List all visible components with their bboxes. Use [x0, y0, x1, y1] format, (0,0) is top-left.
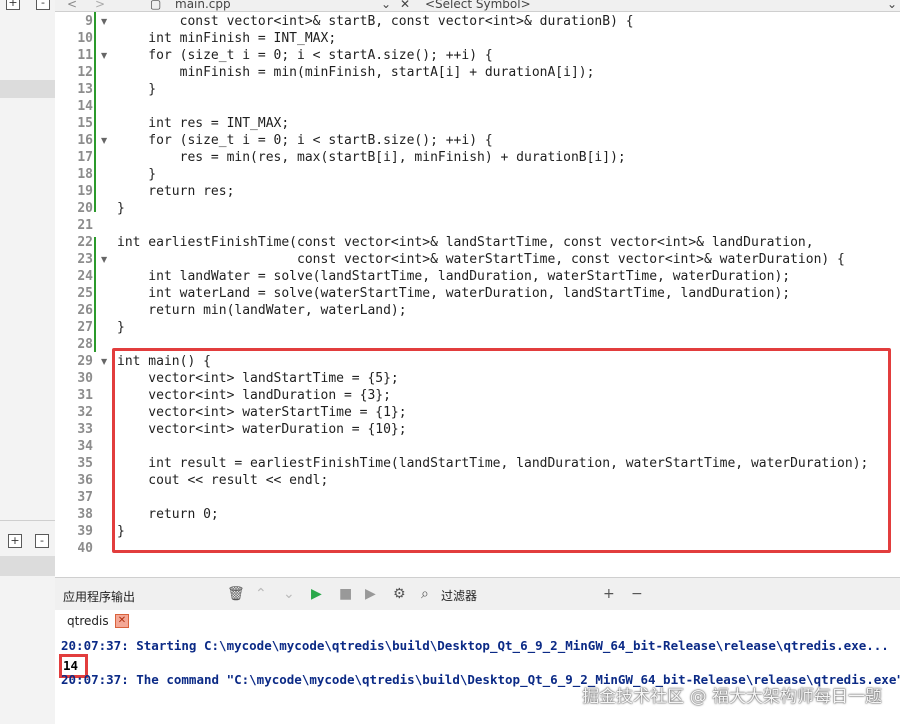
fold-arrow-icon[interactable]: ▼ — [101, 136, 107, 145]
sidebar-selected-item-2[interactable] — [0, 556, 55, 576]
file-selector[interactable]: main.cpp — [175, 0, 231, 11]
gear-icon[interactable]: ⚙ — [393, 586, 406, 602]
application-output[interactable]: 20:07:37: Starting C:\mycode\mycode\qtre… — [55, 634, 900, 724]
code-line: int minFinish = INT_MAX; — [117, 31, 337, 46]
line-number: 9 — [85, 14, 93, 29]
down-arrow-icon[interactable]: ⌄ — [283, 586, 295, 602]
line-number: 27 — [77, 320, 93, 335]
code-line: res = min(res, max(startB[i], minFinish)… — [117, 150, 626, 165]
close-icon[interactable]: ✕ — [115, 614, 129, 628]
debug-run-icon[interactable]: ▶ — [365, 586, 376, 602]
line-number: 19 — [77, 184, 93, 199]
line-number: 12 — [77, 65, 93, 80]
output-pane-header: 应用程序输出 🗑 ⌃ ⌄ ▶ ■ ▶ ⚙ ⌕ 过滤器 + − — [55, 577, 900, 611]
line-number: 29 — [77, 354, 93, 369]
code-line: minFinish = min(minFinish, startA[i] + d… — [117, 65, 595, 80]
code-line: for (size_t i = 0; i < startB.size(); ++… — [117, 133, 493, 148]
dropdown-chevron-icon[interactable]: ⌄ — [381, 0, 391, 11]
line-number: 24 — [77, 269, 93, 284]
run-icon[interactable]: ▶ — [311, 586, 322, 602]
code-line: int landWater = solve(landStartTime, lan… — [117, 269, 791, 284]
line-number: 28 — [77, 337, 93, 352]
fold-arrow-icon[interactable]: ▼ — [101, 17, 107, 26]
line-number: 32 — [77, 405, 93, 420]
line-number: 14 — [77, 99, 93, 114]
output-pane-title: 应用程序输出 — [63, 590, 136, 604]
code-line: int earliestFinishTime(const vector<int>… — [117, 235, 814, 250]
output-tabs: qtredis ✕ — [55, 610, 900, 634]
close-file-icon[interactable]: ✕ — [400, 0, 410, 11]
code-line: return res; — [117, 184, 235, 199]
line-number: 38 — [77, 507, 93, 522]
fold-arrow-icon[interactable]: ▼ — [101, 255, 107, 264]
code-line: return min(landWater, waterLand); — [117, 303, 407, 318]
search-icon[interactable]: ⌕ — [421, 586, 429, 602]
line-number: 22 — [77, 235, 93, 250]
code-line: const vector<int>& startB, const vector<… — [117, 14, 634, 29]
code-line: for (size_t i = 0; i < startA.size(); ++… — [117, 48, 493, 63]
fold-arrow-icon[interactable]: ▼ — [101, 51, 107, 60]
tab-qtredis[interactable]: qtredis — [67, 614, 109, 628]
line-number: 10 — [77, 31, 93, 46]
forward-icon[interactable]: > — [95, 0, 105, 11]
code-line: } — [117, 201, 125, 216]
symbol-chevron-icon[interactable]: ⌄ — [887, 0, 897, 11]
output-line-start: 20:07:37: Starting C:\mycode\mycode\qtre… — [61, 638, 889, 653]
line-number: 31 — [77, 388, 93, 403]
stop-icon[interactable]: ■ — [339, 586, 352, 602]
line-number: 36 — [77, 473, 93, 488]
line-number: 37 — [77, 490, 93, 505]
collapse-icon-2[interactable]: - — [35, 534, 49, 548]
red-highlight-box — [112, 348, 891, 553]
code-line: int waterLand = solve(waterStartTime, wa… — [117, 286, 791, 301]
back-icon[interactable]: < — [67, 0, 77, 11]
line-number: 21 — [77, 218, 93, 233]
zoom-out-icon[interactable]: − — [631, 586, 643, 602]
symbol-selector[interactable]: <Select Symbol> — [425, 0, 531, 11]
line-number: 39 — [77, 524, 93, 539]
watermark: 掘金技术社区 @ 福大大架构师每日一题 — [582, 687, 882, 707]
line-number: 35 — [77, 456, 93, 471]
up-arrow-icon[interactable]: ⌃ — [255, 586, 267, 602]
line-number: 40 — [77, 541, 93, 556]
fold-arrow-icon[interactable]: ▼ — [101, 357, 107, 366]
filter-input[interactable]: 过滤器 — [441, 587, 477, 604]
line-number: 26 — [77, 303, 93, 318]
sidebar-divider — [0, 520, 55, 521]
line-number: 15 — [77, 116, 93, 131]
code-line: } — [117, 167, 157, 182]
line-number: 25 — [77, 286, 93, 301]
line-number: 23 — [77, 252, 93, 267]
line-number: 13 — [77, 82, 93, 97]
sidebar-selected-item[interactable] — [0, 80, 55, 98]
line-number: 20 — [77, 201, 93, 216]
zoom-in-icon[interactable]: + — [603, 586, 615, 602]
collapse-icon[interactable]: - — [36, 0, 50, 10]
trash-icon[interactable]: 🗑 — [227, 586, 245, 602]
line-number: 11 — [77, 48, 93, 63]
code-line: const vector<int>& waterStartTime, const… — [117, 252, 845, 267]
file-icon: ▢ — [150, 0, 162, 11]
add-split-icon[interactable]: + — [6, 0, 20, 10]
add-split-icon-2[interactable]: + — [8, 534, 22, 548]
change-marker — [94, 237, 96, 352]
code-editor[interactable]: 9 10 11 12 13 14 15 16 17 18 19 20 21 22… — [55, 12, 900, 577]
code-line: } — [117, 320, 125, 335]
line-number: 30 — [77, 371, 93, 386]
code-line: int res = INT_MAX; — [117, 116, 290, 131]
line-number: 34 — [77, 439, 93, 454]
code-line: } — [117, 82, 157, 97]
left-sidebar: + - + - — [0, 0, 56, 724]
line-number: 16 — [77, 133, 93, 148]
change-marker — [94, 12, 96, 212]
line-number: 17 — [77, 150, 93, 165]
line-number: 18 — [77, 167, 93, 182]
line-number: 33 — [77, 422, 93, 437]
editor-toolbar: < > ▢ main.cpp ⌄ ✕ <Select Symbol> ⌄ — [55, 0, 900, 12]
